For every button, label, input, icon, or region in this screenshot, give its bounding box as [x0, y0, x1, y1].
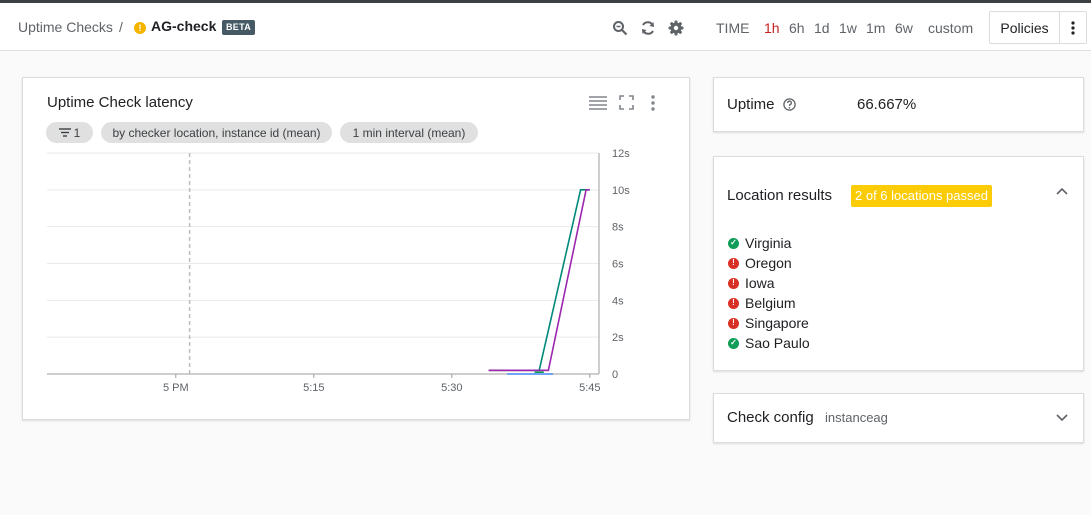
x-tick-label: 5:30	[441, 382, 462, 394]
help-icon[interactable]	[783, 98, 796, 116]
settings-icon[interactable]	[667, 19, 685, 37]
location-name: Singapore	[745, 315, 809, 331]
latency-chart-card: Uptime Check latency 1 by checker locati…	[22, 77, 690, 420]
locations-passed-badge: 2 of 6 locations passed	[851, 185, 992, 207]
error-icon: !	[728, 317, 739, 329]
time-option-1h[interactable]: 1h	[764, 20, 780, 36]
error-icon: !	[728, 297, 739, 309]
chevron-down-icon[interactable]	[1055, 410, 1069, 429]
uptime-card: Uptime 66.667%	[713, 77, 1084, 132]
y-tick-label: 8s	[612, 222, 624, 234]
location-list: ✓ Virginia! Oregon! Iowa! Belgium! Singapore ✓…	[728, 233, 810, 353]
page-header: Uptime Checks / ! AG-check BETA TIME 1h …	[0, 3, 1091, 51]
location-item: ✓ Virginia	[728, 233, 810, 253]
location-name: Iowa	[745, 275, 775, 291]
location-item: ! Belgium	[728, 293, 810, 313]
location-item: ! Singapore	[728, 313, 810, 333]
check-config-card[interactable]: Check config instanceag	[713, 393, 1084, 443]
time-option-6w[interactable]: 6w	[895, 20, 913, 36]
policies-button[interactable]: Policies	[989, 11, 1059, 44]
check-circle-icon: ✓	[728, 237, 739, 249]
time-option-1m[interactable]: 1m	[866, 20, 885, 36]
location-results-title: Location results	[727, 187, 833, 204]
location-name: Belgium	[745, 295, 796, 311]
check-circle-icon: ✓	[728, 337, 739, 349]
refresh-icon[interactable]	[639, 19, 657, 37]
y-tick-label: 0	[612, 369, 618, 381]
warning-icon: !	[134, 22, 146, 34]
location-name: Virginia	[745, 235, 792, 251]
y-tick-label: 4s	[612, 295, 624, 307]
check-config-title: Check config	[727, 409, 814, 426]
latency-line-chart: 0 2s 4s 6s 8s 10s 12s 5 PM 5:15 5:30 5:45	[47, 148, 630, 394]
breadcrumb-uptime-checks[interactable]: Uptime Checks	[18, 19, 113, 35]
error-icon: !	[728, 257, 739, 269]
more-options-button[interactable]	[1059, 11, 1087, 44]
uptime-label: Uptime	[727, 96, 775, 113]
breadcrumb-separator: /	[119, 19, 123, 35]
time-option-custom[interactable]: custom	[928, 20, 973, 36]
check-config-value: instanceag	[825, 410, 888, 425]
y-tick-label: 10s	[612, 185, 630, 197]
y-tick-label: 12s	[612, 148, 630, 160]
time-option-1w[interactable]: 1w	[839, 20, 857, 36]
location-results-card: Location results 2 of 6 locations passed…	[713, 156, 1084, 371]
more-vert-icon	[1071, 20, 1075, 35]
error-icon: !	[728, 277, 739, 289]
check-name-title: AG-check	[151, 18, 217, 34]
x-tick-label: 5:15	[303, 382, 324, 394]
y-tick-label: 6s	[612, 259, 624, 271]
time-option-1d[interactable]: 1d	[814, 20, 830, 36]
uptime-value: 66.667%	[857, 96, 917, 113]
location-item: ✓ Sao Paulo	[728, 333, 810, 353]
chevron-up-icon[interactable]	[1055, 185, 1069, 204]
zoom-icon[interactable]	[611, 19, 629, 37]
beta-badge: BETA	[222, 20, 256, 35]
time-option-6h[interactable]: 6h	[789, 20, 805, 36]
series-line-4	[488, 189, 590, 372]
x-tick-label: 5:45	[579, 382, 600, 394]
location-item: ! Iowa	[728, 273, 810, 293]
y-tick-label: 2s	[612, 332, 624, 344]
location-name: Oregon	[745, 255, 792, 271]
location-name: Sao Paulo	[745, 335, 810, 351]
x-tick-label: 5 PM	[163, 382, 189, 394]
location-item: ! Oregon	[728, 253, 810, 273]
time-range-label: TIME	[716, 20, 750, 36]
